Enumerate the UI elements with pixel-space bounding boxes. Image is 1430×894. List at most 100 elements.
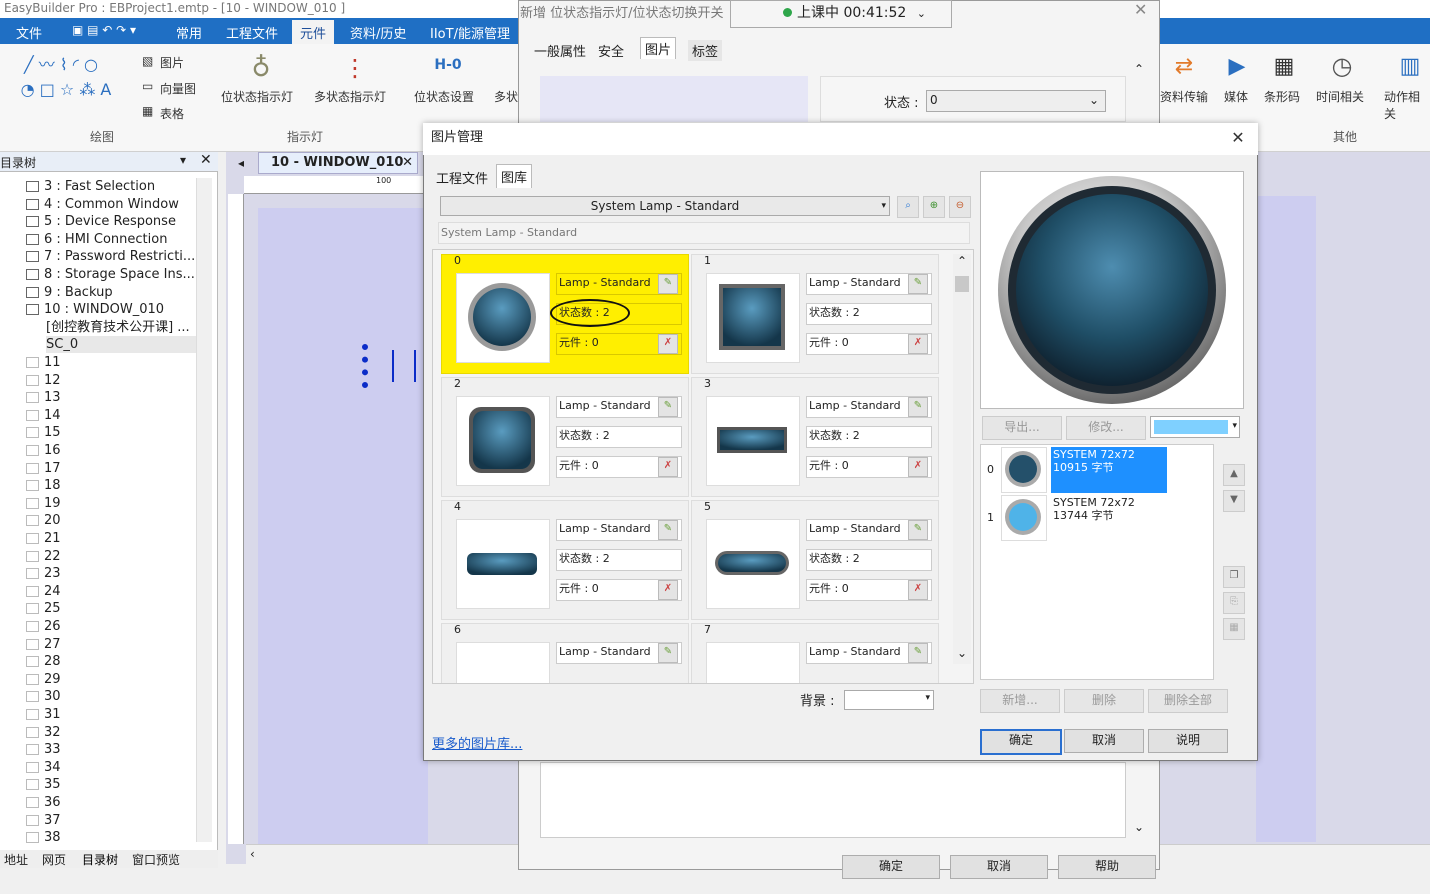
tree-item[interactable]: 16 <box>26 442 61 459</box>
add-button[interactable]: 新增... <box>980 689 1060 713</box>
tab-close-icon[interactable]: ✕ <box>402 153 413 173</box>
ribbon-picture-icon[interactable]: ▧ <box>142 54 153 68</box>
lamp-cell[interactable]: 7 Lamp - Standard ✎ <box>691 623 939 683</box>
more-libraries-link[interactable]: 更多的图片库... <box>432 733 522 752</box>
close-icon[interactable]: ✕ <box>200 152 212 168</box>
tree-item[interactable]: 22 <box>26 548 61 565</box>
barcode-icon[interactable]: ▦ <box>1268 50 1300 82</box>
ribbon-action[interactable]: 动作相关 <box>1384 88 1430 122</box>
lamp-cell[interactable]: 5 Lamp - Standard ✎ 状态数 : 2 元件 : 0 ✗ <box>691 500 939 620</box>
tab-project-files[interactable]: 工程文件 <box>432 166 492 189</box>
ribbon-multi-set[interactable]: 多状 <box>494 88 518 105</box>
tree-item[interactable]: 27 <box>26 636 61 653</box>
tab-web[interactable]: 网页 <box>42 851 66 868</box>
delete-button[interactable]: 删除 <box>1064 689 1144 713</box>
bg-scroll-up[interactable]: ⌃ <box>1132 62 1148 122</box>
tree-subitem[interactable]: SC_0 <box>46 336 196 354</box>
delete-icon[interactable]: ✗ <box>658 580 678 600</box>
traffic-light-icon[interactable]: ⋮ <box>340 50 370 86</box>
tree-item[interactable]: 28 <box>26 653 61 670</box>
state-list-item[interactable]: 0 SYSTEM 72x72 10915 字节 <box>981 445 1213 493</box>
tree-item[interactable]: 29 <box>26 671 61 688</box>
tree-item[interactable]: 9 : Backup <box>26 284 113 301</box>
tree-item[interactable]: 3 : Fast Selection <box>26 178 155 195</box>
dropdown-icon[interactable]: ▾ <box>180 153 186 167</box>
data-transfer-icon[interactable]: ⇄ <box>1168 50 1200 82</box>
tree-item[interactable]: 26 <box>26 618 61 635</box>
move-up-icon[interactable]: ▲ <box>1223 464 1245 486</box>
tree-item[interactable]: 17 <box>26 460 61 477</box>
action-icon[interactable]: ▥ <box>1394 50 1426 82</box>
delete-all-button[interactable]: 删除全部 <box>1148 689 1228 713</box>
bg-help-button[interactable]: 帮助 <box>1058 855 1156 879</box>
scroll-left-icon[interactable]: ‹ <box>250 847 255 861</box>
delete-icon[interactable]: ✗ <box>908 580 928 600</box>
edit-icon[interactable]: ✎ <box>658 274 678 294</box>
tab-tree[interactable]: 目录树 <box>82 851 118 868</box>
lamp-cell[interactable]: 4 Lamp - Standard ✎ 状态数 : 2 元件 : 0 ✗ <box>441 500 689 620</box>
tree-item[interactable]: 7 : Password Restricti... <box>26 248 195 265</box>
bit-set-icon[interactable]: H-0 <box>430 50 466 80</box>
menu-project-file[interactable]: 工程文件 <box>226 23 278 42</box>
tree-item[interactable]: 12 <box>26 372 61 389</box>
tree-item[interactable]: 19 <box>26 495 61 512</box>
delete-icon[interactable]: ✗ <box>658 334 678 354</box>
scroll-thumb[interactable] <box>955 276 969 292</box>
tree-item[interactable]: 36 <box>26 794 61 811</box>
tab-picture[interactable]: 图片 <box>640 37 677 59</box>
tree-item[interactable]: 34 <box>26 759 61 776</box>
tree-item[interactable]: 13 <box>26 389 61 406</box>
menu-file[interactable]: 文件 <box>16 23 42 42</box>
tree-item[interactable]: 35 <box>26 776 61 793</box>
tree-item[interactable]: 33 <box>26 741 61 758</box>
tree-item[interactable]: 37 <box>26 812 61 829</box>
remove-library-icon[interactable]: ⊖ <box>949 196 971 218</box>
ribbon-vector-icon[interactable]: ▭ <box>142 79 153 93</box>
ok-button[interactable]: 确定 <box>980 729 1062 755</box>
tree-item[interactable]: 25 <box>26 600 61 617</box>
selection-handles[interactable] <box>362 344 368 388</box>
bulb-icon[interactable]: ♁ <box>246 50 276 86</box>
help-button[interactable]: 说明 <box>1148 729 1228 753</box>
tree-item[interactable]: 23 <box>26 565 61 582</box>
tree-item[interactable]: 8 : Storage Space Ins... <box>26 266 195 283</box>
tree-item[interactable]: 18 <box>26 477 61 494</box>
bg-cancel-button[interactable]: 取消 <box>950 855 1048 879</box>
lamp-cell[interactable]: 6 Lamp - Standard ✎ <box>441 623 689 683</box>
tree-item[interactable]: 32 <box>26 724 61 741</box>
scroll-up-icon[interactable]: ⌃ <box>957 254 967 268</box>
tree-item[interactable]: 10 : WINDOW_010 <box>26 301 164 318</box>
cancel-button[interactable]: 取消 <box>1064 729 1144 753</box>
shape-tools-icon-2[interactable]: ◔ □ ☆ ⁂ A <box>6 78 126 100</box>
ribbon-barcode[interactable]: 条形码 <box>1264 88 1300 105</box>
tree-item[interactable]: 4 : Common Window <box>26 196 179 213</box>
close-icon[interactable]: ✕ <box>1228 128 1248 148</box>
lamp-cell[interactable]: 2 Lamp - Standard ✎ 状态数 : 2 元件 : 0 ✗ <box>441 377 689 497</box>
add-library-icon[interactable]: ⊕ <box>923 196 945 218</box>
tab-address[interactable]: 地址 <box>4 851 28 868</box>
ribbon-data-transfer[interactable]: 资料传输 <box>1160 88 1208 105</box>
tab-label[interactable]: 标签 <box>688 40 723 61</box>
lamp-cell[interactable]: 1 Lamp - Standard ✎ 状态数 : 2 元件 : 0 ✗ <box>691 254 939 374</box>
edit-icon[interactable]: ✎ <box>908 397 928 417</box>
window-canvas[interactable] <box>258 208 428 844</box>
delete-icon[interactable]: ✗ <box>908 457 928 477</box>
color-picker[interactable]: ▾ <box>1150 416 1240 438</box>
bg-ok-button[interactable]: 确定 <box>842 855 940 879</box>
tree-item[interactable]: 20 <box>26 512 61 529</box>
tree-item[interactable]: 38 <box>26 829 61 846</box>
tree-item[interactable]: 6 : HMI Connection <box>26 231 167 248</box>
lamp-cell[interactable]: 3 Lamp - Standard ✎ 状态数 : 2 元件 : 0 ✗ <box>691 377 939 497</box>
tab-window-preview[interactable]: 窗口预览 <box>132 851 180 868</box>
edit-icon[interactable]: ✎ <box>908 520 928 540</box>
ribbon-picture[interactable]: 图片 <box>160 54 184 71</box>
class-timer[interactable]: 上课中 00:41:52 ⌄ <box>730 0 952 28</box>
bg-dialog-close-icon[interactable]: ✕ <box>1134 0 1147 19</box>
export-button[interactable]: 导出... <box>982 416 1062 440</box>
tree-item[interactable]: 21 <box>26 530 61 547</box>
modify-button[interactable]: 修改... <box>1066 416 1146 440</box>
tab-scroll-left-icon[interactable]: ◂ <box>226 152 256 174</box>
ribbon-multi-lamp[interactable]: 多状态指示灯 <box>314 88 386 105</box>
menu-component[interactable]: 元件 <box>292 20 335 45</box>
ribbon-table-icon[interactable]: ▦ <box>142 104 153 118</box>
